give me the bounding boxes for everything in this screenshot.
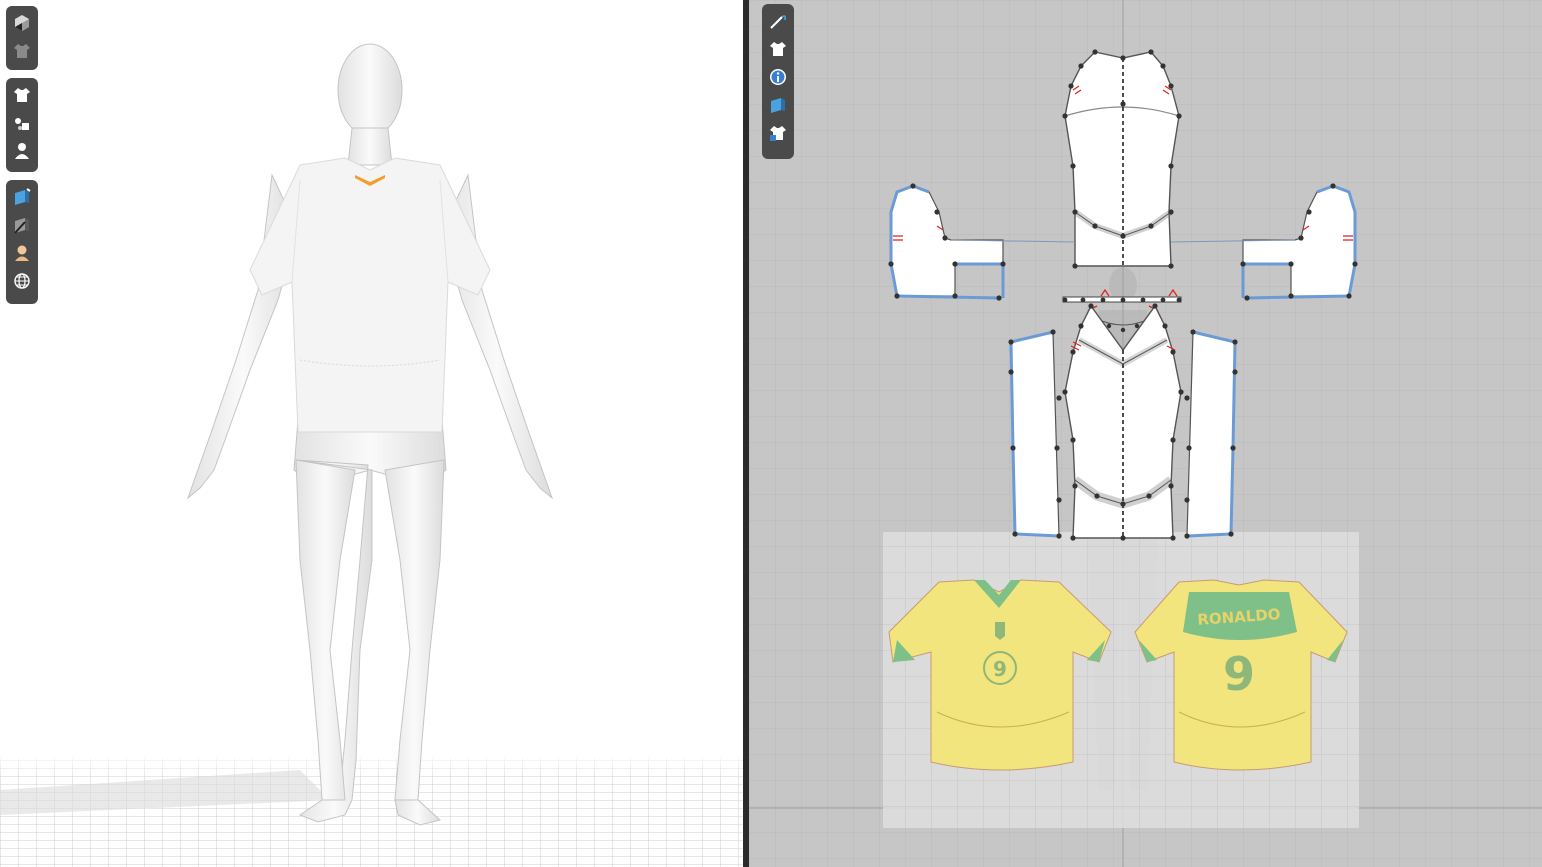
shirt-icon[interactable] <box>9 81 35 109</box>
reference-image[interactable]: 9 RONALDO 9 <box>883 532 1359 828</box>
pattern-piece-back[interactable] <box>1062 49 1182 269</box>
pattern-piece-side-right[interactable] <box>1184 329 1238 539</box>
toolbar-render <box>6 180 38 304</box>
avatar-head <box>337 43 403 137</box>
reference-front-number: 9 <box>993 657 1007 681</box>
info-icon[interactable] <box>765 63 791 91</box>
toolbar-avatar <box>6 78 38 172</box>
simulated-shirt[interactable] <box>249 157 491 433</box>
pattern-canvas: 9 RONALDO 9 <box>749 0 1542 867</box>
toolbar-2d <box>762 4 794 159</box>
avatar-scene <box>0 43 743 867</box>
3d-pen-icon[interactable] <box>765 91 791 119</box>
reference-back-number: 9 <box>1223 647 1255 701</box>
texture-view-icon[interactable] <box>9 109 35 137</box>
skin-tone-icon[interactable] <box>9 239 35 267</box>
toolbar-display <box>6 6 38 70</box>
display-mode-icon[interactable] <box>9 9 35 37</box>
avatar[interactable] <box>186 43 554 826</box>
garment-view-icon[interactable] <box>9 37 35 65</box>
shirt-icon[interactable] <box>765 35 791 63</box>
garment-lock-icon[interactable] <box>765 119 791 147</box>
3d-pen-icon[interactable] <box>9 183 35 211</box>
2d-pattern-viewport[interactable]: 9 RONALDO 9 <box>749 0 1542 867</box>
render-icon[interactable] <box>9 211 35 239</box>
pattern-piece-side-left[interactable] <box>1008 329 1062 539</box>
3d-viewport[interactable] <box>0 0 743 867</box>
avatar-icon[interactable] <box>9 137 35 165</box>
floor-grid <box>0 748 743 867</box>
avatar-neck <box>347 127 393 166</box>
edit-pattern-icon[interactable] <box>765 7 791 35</box>
globe-icon[interactable] <box>9 267 35 295</box>
